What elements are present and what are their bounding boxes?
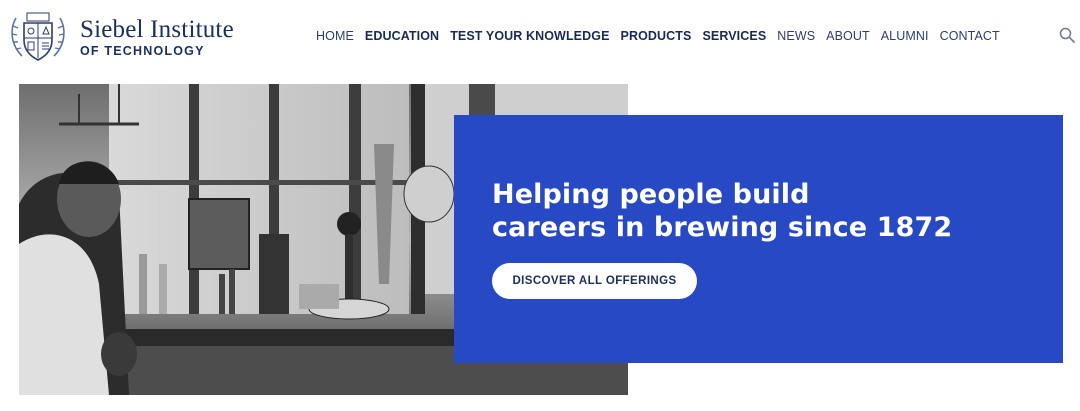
nav-contact[interactable]: CONTACT (940, 29, 1000, 43)
logo-text: Siebel Institute OF TECHNOLOGY (80, 17, 234, 58)
hero-panel: Helping people build careers in brewing … (454, 115, 1063, 363)
main-nav: HOME EDUCATION TEST YOUR KNOWLEDGE PRODU… (316, 29, 1011, 43)
site-header: Siebel Institute OF TECHNOLOGY HOME EDUC… (0, 0, 1080, 78)
nav-education[interactable]: EDUCATION (365, 29, 439, 43)
logo-name: Siebel Institute (80, 15, 234, 43)
nav-about[interactable]: ABOUT (826, 29, 870, 43)
nav-test-your-knowledge[interactable]: TEST YOUR KNOWLEDGE (450, 29, 609, 43)
crest-icon (11, 12, 65, 61)
nav-services[interactable]: SERVICES (702, 29, 766, 43)
nav-products[interactable]: PRODUCTS (621, 29, 692, 43)
search-icon[interactable] (1059, 27, 1075, 43)
hero-headline: Helping people build careers in brewing … (492, 178, 952, 244)
nav-home[interactable]: HOME (316, 29, 354, 43)
nav-news[interactable]: NEWS (777, 29, 815, 43)
nav-alumni[interactable]: ALUMNI (881, 29, 929, 43)
logo-subtitle: OF TECHNOLOGY (80, 43, 205, 58)
discover-offerings-button[interactable]: DISCOVER ALL OFFERINGS (492, 263, 697, 299)
hero-headline-line2: careers in brewing since 1872 (492, 212, 953, 243)
hero-headline-line1: Helping people build (492, 179, 810, 210)
site-logo[interactable]: Siebel Institute OF TECHNOLOGY (6, 10, 234, 64)
